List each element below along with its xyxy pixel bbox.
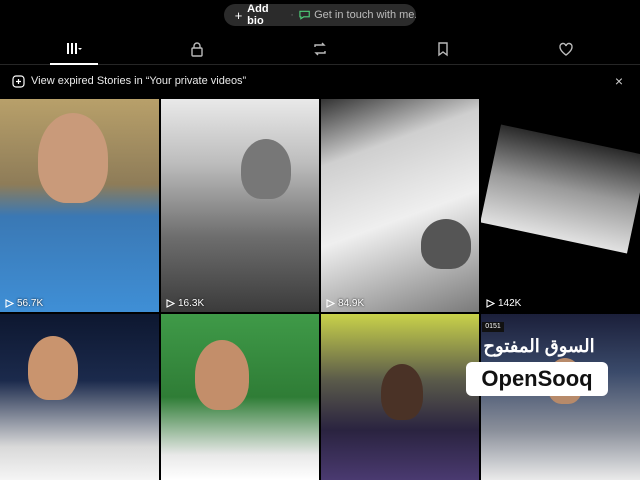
player-face [38, 113, 108, 203]
view-count: 84.9K [326, 298, 364, 309]
bio-pill[interactable]: + Add bio · Get in touch with me... [224, 3, 416, 27]
play-icon [486, 299, 495, 308]
get-in-touch-link[interactable]: Get in touch with me... [314, 9, 416, 21]
tab-private[interactable] [167, 34, 227, 64]
watermark-arabic: السوق المفتوح [483, 336, 595, 356]
profile-top-bar: + Add bio · Get in touch with me... [0, 0, 640, 34]
add-bio-button[interactable]: Add bio [247, 3, 285, 27]
video-thumbnail[interactable]: 16.3K [161, 99, 319, 312]
watermark-logo: OpenSooq [466, 362, 608, 396]
play-icon [326, 299, 335, 308]
player-face [381, 364, 423, 420]
play-icon [166, 299, 175, 308]
tilted-photo [481, 124, 640, 254]
player-face [28, 336, 78, 400]
video-thumbnail[interactable] [0, 314, 159, 480]
close-icon[interactable]: × [612, 73, 626, 89]
video-grid: 56.7K 16.3K 84.9K 142K [0, 99, 640, 480]
video-thumbnail[interactable]: 84.9K [321, 99, 479, 312]
play-icon [5, 299, 14, 308]
grid-menu-icon [67, 43, 82, 54]
view-count: 56.7K [5, 298, 43, 309]
player-face [421, 219, 471, 269]
video-thumbnail[interactable]: 142K [481, 99, 640, 312]
view-count: 142K [486, 298, 521, 309]
tab-liked[interactable] [536, 34, 596, 64]
banner-text: View expired Stories in “Your private vi… [31, 75, 247, 87]
add-circle-icon [12, 75, 25, 88]
bookmark-icon [438, 42, 448, 57]
repost-icon [314, 42, 326, 56]
lock-icon [191, 42, 203, 57]
profile-tabs [0, 34, 640, 65]
player-face [241, 139, 291, 199]
video-thumbnail[interactable] [161, 314, 319, 480]
player-face [195, 340, 249, 410]
video-thumbnail[interactable]: 56.7K [0, 99, 159, 312]
chat-bubble-icon [299, 10, 310, 20]
timestamp-tag: 0151 [482, 322, 504, 332]
video-thumbnail[interactable] [321, 314, 479, 480]
expired-stories-banner[interactable]: View expired Stories in “Your private vi… [0, 65, 640, 98]
tab-videos[interactable] [44, 34, 104, 65]
tab-reposts[interactable] [290, 34, 350, 64]
plus-icon: + [234, 7, 243, 23]
view-count: 16.3K [166, 298, 204, 309]
bio-separator: · [290, 9, 294, 21]
tab-favorites[interactable] [413, 34, 473, 64]
opensooq-watermark: السوق المفتوح OpenSooq [466, 336, 612, 402]
heart-icon [559, 42, 573, 56]
